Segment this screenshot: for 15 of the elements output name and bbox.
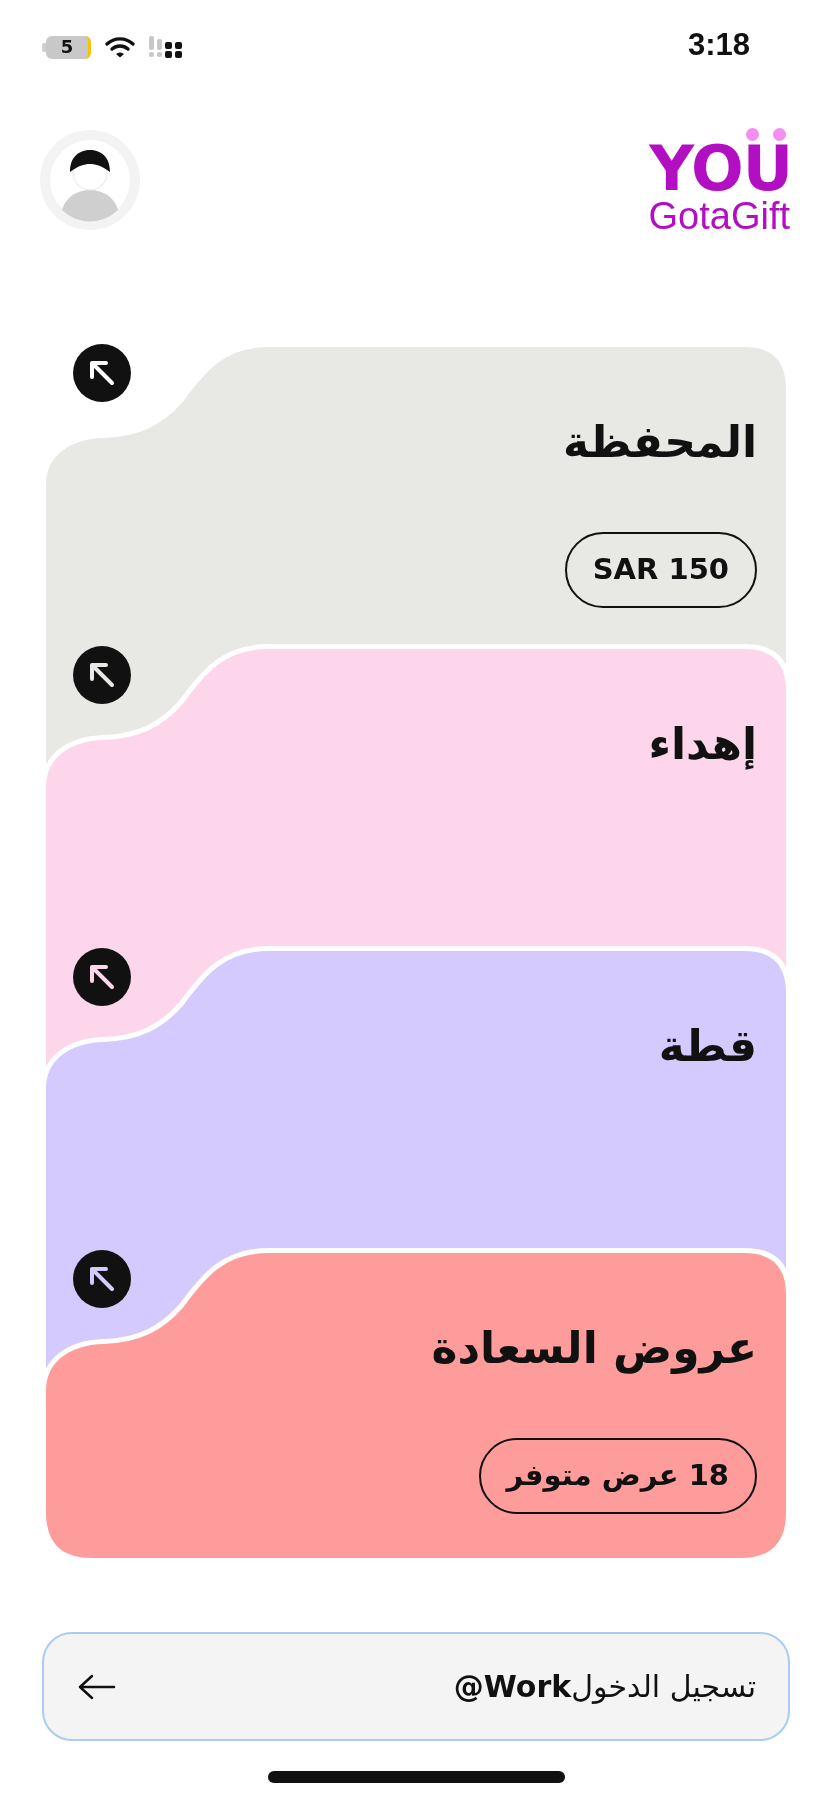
card-title: المحفظة (562, 415, 757, 469)
card-title: إهداء (648, 717, 757, 772)
card-title: عروض السعادة (431, 1321, 757, 1376)
info-badge: SAR 150 (564, 532, 757, 608)
signal-icon (149, 36, 183, 58)
dots-icon (746, 128, 786, 141)
info-badge: 18 عرض متوفر (478, 1438, 757, 1514)
status-time: 3:18 (687, 27, 750, 63)
avatar-icon[interactable] (40, 130, 140, 230)
card-title: قطة (658, 1019, 757, 1073)
wifi-icon (105, 36, 135, 58)
logo-wordmark: YOU (649, 143, 792, 195)
arrow-icon (78, 1673, 116, 1700)
logo-tagline: GotaGift (648, 195, 790, 237)
battery-indicator: 5 (42, 35, 91, 59)
